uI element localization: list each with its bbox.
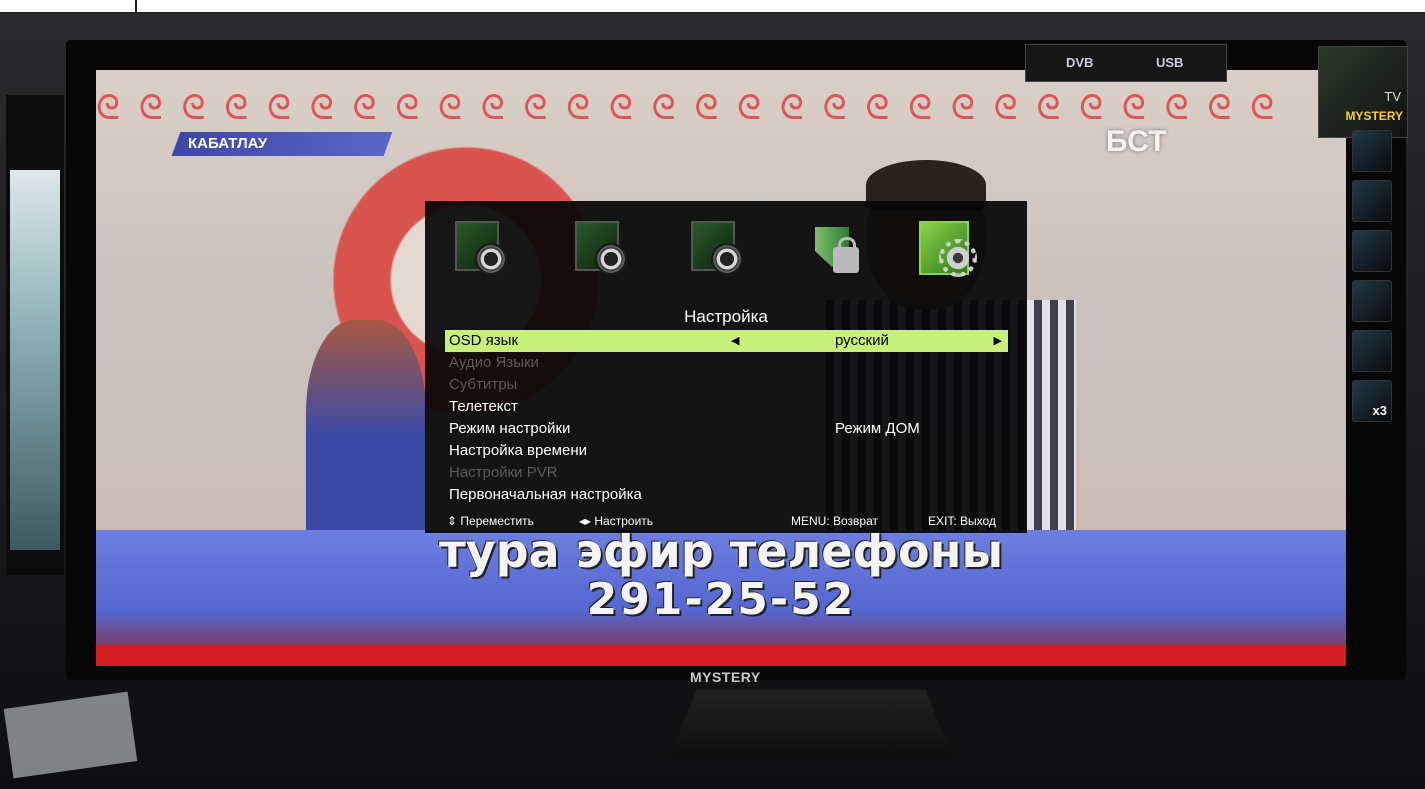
osd-item-time-setup[interactable]: Настройка времени — [445, 440, 1008, 462]
osd-item-label: Первоначальная настройка — [449, 486, 642, 503]
sound-icon[interactable] — [575, 221, 635, 281]
ticker-red-bar — [96, 645, 1346, 666]
neighbor-tv — [6, 95, 64, 575]
arrow-right-icon[interactable]: ▶ — [994, 330, 1002, 352]
osd-item-label: Режим настройки — [449, 420, 571, 437]
swirl-pattern: ᘓ ᘓ ᘓ ᘓ ᘓ ᘓ ᘓ ᘓ ᘓ ᘓ ᘓ ᘓ ᘓ ᘓ ᘓ ᘓ ᘓ ᘓ ᘓ ᘓ … — [96, 88, 1279, 128]
osd-item-value: Режим ДОМ — [835, 420, 920, 437]
picture-icon[interactable] — [455, 221, 515, 281]
border-tick — [135, 0, 137, 12]
program-tag-label: КАБАТЛАУ — [188, 135, 268, 152]
tv-stand — [668, 690, 954, 760]
lock-icon[interactable] — [811, 221, 871, 281]
osd-item-label: Телетекст — [449, 398, 518, 415]
osd-item-value: русский — [835, 332, 889, 349]
neighbor-tv-screen — [10, 170, 60, 550]
side-stickers: x3 — [1352, 130, 1392, 430]
osd-item-subtitles: Субтитры — [445, 374, 1008, 396]
brand-sticker: TV MYSTERY — [1318, 46, 1408, 138]
hint-exit: EXIT: Выход — [928, 514, 996, 528]
osd-item-label: Субтитры — [449, 376, 518, 393]
program-tag: КАБАТЛАУ — [171, 132, 393, 156]
osd-item-initial-setup[interactable]: Первоначальная настройка — [445, 484, 1008, 506]
side-sticker — [1352, 180, 1392, 222]
channel-icon[interactable] — [691, 221, 751, 281]
hint-adjust: ◂▸ Настроить — [579, 514, 654, 528]
osd-category-bar — [425, 201, 1027, 301]
brand-sticker-name: MYSTERY — [1345, 109, 1403, 123]
osd-item-teletext[interactable]: Телетекст — [445, 396, 1008, 418]
top-border — [0, 0, 1425, 13]
setup-icon[interactable] — [919, 221, 979, 281]
osd-menu-list: OSD язык ◀ русский ▶ Аудио Языки Субтитр… — [445, 330, 1008, 506]
osd-item-pvr-settings: Настройки PVR — [445, 462, 1008, 484]
osd-item-label: Настройки PVR — [449, 464, 558, 481]
hdmi-sticker: x3 — [1352, 380, 1392, 422]
osd-item-label: Настройка времени — [449, 442, 587, 459]
side-sticker — [1352, 130, 1392, 172]
presenter-left — [306, 320, 426, 550]
brand-sticker-tv: TV — [1384, 89, 1401, 104]
osd-item-audio-languages: Аудио Языки — [445, 352, 1008, 374]
ticker-banner: тура эфир телефоны 291-25-52 — [96, 524, 1346, 645]
usb-label: USB — [1156, 55, 1184, 70]
ticker-line-2: 291-25-52 — [586, 574, 856, 625]
feature-sticker: DVB USB — [1025, 44, 1227, 82]
side-sticker — [1352, 230, 1392, 272]
osd-menu: Настройка OSD язык ◀ русский ▶ Аудио Язы… — [425, 201, 1027, 533]
side-sticker — [1352, 330, 1392, 372]
hdmi-count: x3 — [1372, 403, 1387, 418]
osd-menu-title: Настройка — [684, 307, 768, 326]
channel-logo: БСТ — [1106, 125, 1167, 158]
osd-item-setup-mode[interactable]: Режим настройки Режим ДОМ — [445, 418, 1008, 440]
osd-item-label: Аудио Языки — [449, 354, 539, 371]
osd-item-osd-language[interactable]: OSD язык ◀ русский ▶ — [445, 330, 1008, 352]
dvb-label: DVB — [1066, 55, 1094, 70]
hint-menu-back: MENU: Возврат — [791, 514, 878, 528]
arrow-left-icon[interactable]: ◀ — [731, 330, 739, 352]
side-sticker — [1352, 280, 1392, 322]
hint-move: ⇕ Переместить — [447, 514, 534, 528]
tv-brand-logo: MYSTERY — [690, 669, 761, 685]
osd-item-label: OSD язык — [449, 332, 519, 349]
